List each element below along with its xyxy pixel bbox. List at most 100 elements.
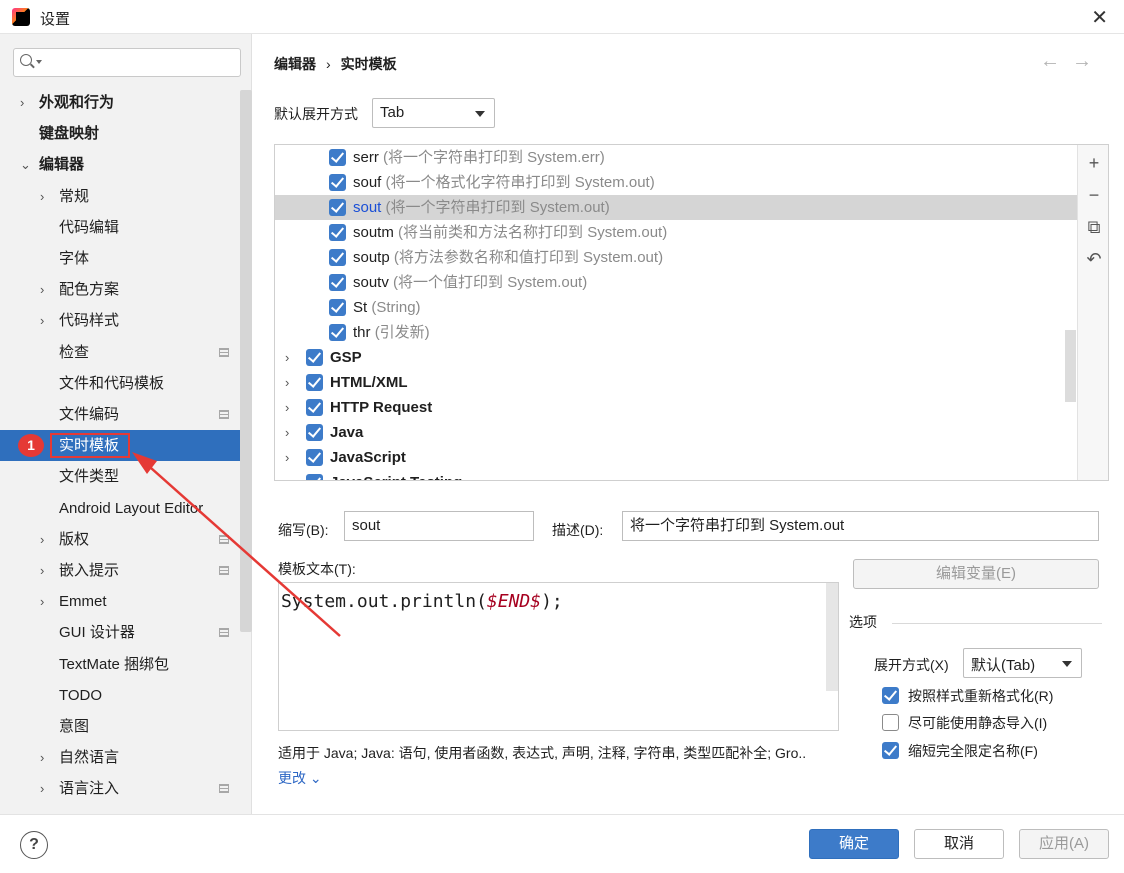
abbreviation-field[interactable]: sout	[344, 511, 534, 541]
sidebar-item[interactable]: › 自然语言	[0, 742, 238, 773]
sidebar-item[interactable]: › 代码样式	[0, 305, 238, 336]
help-icon[interactable]: ?	[20, 831, 48, 859]
sidebar-item[interactable]: › 外观和行为	[0, 87, 238, 118]
apply-button[interactable]: 应用(A)	[1019, 829, 1109, 859]
template-checkbox[interactable]	[329, 249, 346, 266]
sidebar-item[interactable]: TODO	[0, 680, 238, 711]
sidebar-scrollbar[interactable]	[240, 90, 252, 632]
template-row[interactable]: souf (将一个格式化字符串打印到 System.out)	[275, 170, 1077, 195]
template-checkbox[interactable]	[329, 299, 346, 316]
template-group-row[interactable]: › HTTP Request	[275, 395, 1077, 420]
reformat-checkbox[interactable]	[882, 687, 899, 704]
template-checkbox[interactable]	[329, 174, 346, 191]
default-expand-select[interactable]: Tab	[372, 98, 495, 128]
static-import-checkbox[interactable]	[882, 714, 899, 731]
chevron-right-icon[interactable]: ›	[40, 555, 44, 586]
forward-arrow-icon[interactable]: →	[1072, 50, 1104, 72]
template-group-row[interactable]: › Java	[275, 420, 1077, 445]
sidebar-item[interactable]: › 嵌入提示	[0, 555, 238, 586]
templates-scrollbar[interactable]	[1065, 330, 1076, 402]
template-group-row[interactable]: › JavaScript Testing	[275, 470, 1077, 480]
chevron-right-icon[interactable]: ›	[40, 305, 44, 336]
breadcrumb-parent[interactable]: 编辑器	[274, 56, 316, 72]
group-checkbox[interactable]	[306, 374, 323, 391]
expand-with-select[interactable]: 默认(Tab)	[963, 648, 1082, 678]
template-abbreviation: sout (将一个字符串打印到 System.out)	[353, 195, 610, 220]
template-row[interactable]: soutm (将当前类和方法名称打印到 System.out)	[275, 220, 1077, 245]
template-row[interactable]: sout (将一个字符串打印到 System.out)	[275, 195, 1077, 220]
chevron-right-icon[interactable]: ›	[285, 345, 289, 370]
options-title: 选项	[849, 614, 877, 630]
chevron-right-icon[interactable]: ›	[40, 773, 44, 804]
sidebar-item[interactable]: 文件类型	[0, 461, 238, 492]
chevron-right-icon[interactable]: ›	[20, 87, 24, 118]
template-checkbox[interactable]	[329, 324, 346, 341]
search-history-dropdown-icon[interactable]	[36, 60, 42, 64]
group-checkbox[interactable]	[306, 349, 323, 366]
sidebar-item[interactable]: 检查	[0, 337, 238, 368]
chevron-right-icon[interactable]: ›	[285, 445, 289, 470]
search-input[interactable]	[46, 52, 236, 73]
chevron-right-icon[interactable]: ›	[40, 742, 44, 773]
sidebar-item[interactable]: 文件和代码模板	[0, 368, 238, 399]
template-name: thr	[353, 324, 371, 341]
chevron-right-icon[interactable]: ›	[285, 470, 289, 480]
sidebar-item[interactable]: 意图	[0, 711, 238, 742]
template-group-row[interactable]: › HTML/XML	[275, 370, 1077, 395]
template-checkbox[interactable]	[329, 199, 346, 216]
template-row[interactable]: serr (将一个字符串打印到 System.err)	[275, 145, 1077, 170]
template-row[interactable]: thr (引发新)	[275, 320, 1077, 345]
group-checkbox[interactable]	[306, 399, 323, 416]
sidebar-item[interactable]: TextMate 捆绑包	[0, 649, 238, 680]
chevron-right-icon[interactable]: ›	[40, 586, 44, 617]
sidebar-item[interactable]: GUI 设计器	[0, 617, 238, 648]
template-row[interactable]: St (String)	[275, 295, 1077, 320]
description-field[interactable]: 将一个字符串打印到 System.out	[622, 511, 1099, 541]
template-group-row[interactable]: › GSP	[275, 345, 1077, 370]
template-checkbox[interactable]	[329, 149, 346, 166]
shorten-fq-checkbox[interactable]	[882, 742, 899, 759]
copy-icon[interactable]: ⧉	[1084, 217, 1104, 237]
chevron-right-icon[interactable]: ›	[285, 370, 289, 395]
sidebar-item[interactable]: 文件编码	[0, 399, 238, 430]
group-checkbox[interactable]	[306, 474, 323, 480]
sidebar-item[interactable]: › 版权	[0, 524, 238, 555]
chevron-right-icon[interactable]: ›	[285, 420, 289, 445]
template-group-row[interactable]: › JavaScript	[275, 445, 1077, 470]
revert-icon[interactable]: ↶	[1084, 249, 1104, 269]
sidebar-item[interactable]: › 配色方案	[0, 274, 238, 305]
back-arrow-icon[interactable]: ←	[1040, 50, 1072, 72]
ok-button[interactable]: 确定	[809, 829, 899, 859]
sidebar-item[interactable]: ⌄ 编辑器	[0, 149, 238, 180]
edit-variables-button[interactable]: 编辑变量(E)	[853, 559, 1099, 589]
sidebar-item[interactable]: › Emmet	[0, 586, 238, 617]
sidebar-item[interactable]: 代码编辑	[0, 212, 238, 243]
template-text-editor[interactable]: System.out.println($END$);	[278, 582, 839, 731]
chevron-right-icon[interactable]: ›	[40, 274, 44, 305]
project-settings-icon	[219, 348, 229, 357]
sidebar-item[interactable]: 字体	[0, 243, 238, 274]
sidebar-item[interactable]: 键盘映射	[0, 118, 238, 149]
remove-icon[interactable]: −	[1084, 185, 1104, 205]
template-row[interactable]: soutp (将方法参数名称和值打印到 System.out)	[275, 245, 1077, 270]
group-checkbox[interactable]	[306, 449, 323, 466]
chevron-down-icon[interactable]: ⌄	[20, 149, 31, 180]
template-checkbox[interactable]	[329, 274, 346, 291]
sidebar-item[interactable]: 实时模板 1	[0, 430, 252, 461]
cancel-button[interactable]: 取消	[914, 829, 1004, 859]
chevron-right-icon[interactable]: ›	[40, 524, 44, 555]
sidebar-item[interactable]: › 常规	[0, 181, 238, 212]
chevron-right-icon[interactable]: ›	[285, 395, 289, 420]
template-row[interactable]: soutv (将一个值打印到 System.out)	[275, 270, 1077, 295]
close-icon[interactable]: ✕	[1091, 5, 1108, 30]
template-checkbox[interactable]	[329, 224, 346, 241]
add-icon[interactable]: +	[1084, 153, 1104, 173]
editor-scrollbar[interactable]	[826, 583, 838, 691]
group-checkbox[interactable]	[306, 424, 323, 441]
template-abbreviation: serr (将一个字符串打印到 System.err)	[353, 145, 605, 170]
change-context-link[interactable]: 更改 ⌄	[278, 768, 322, 788]
sidebar-item[interactable]: Android Layout Editor	[0, 493, 238, 524]
sidebar-item[interactable]: › 语言注入	[0, 773, 238, 804]
search-box[interactable]	[13, 48, 241, 77]
chevron-right-icon[interactable]: ›	[40, 181, 44, 212]
